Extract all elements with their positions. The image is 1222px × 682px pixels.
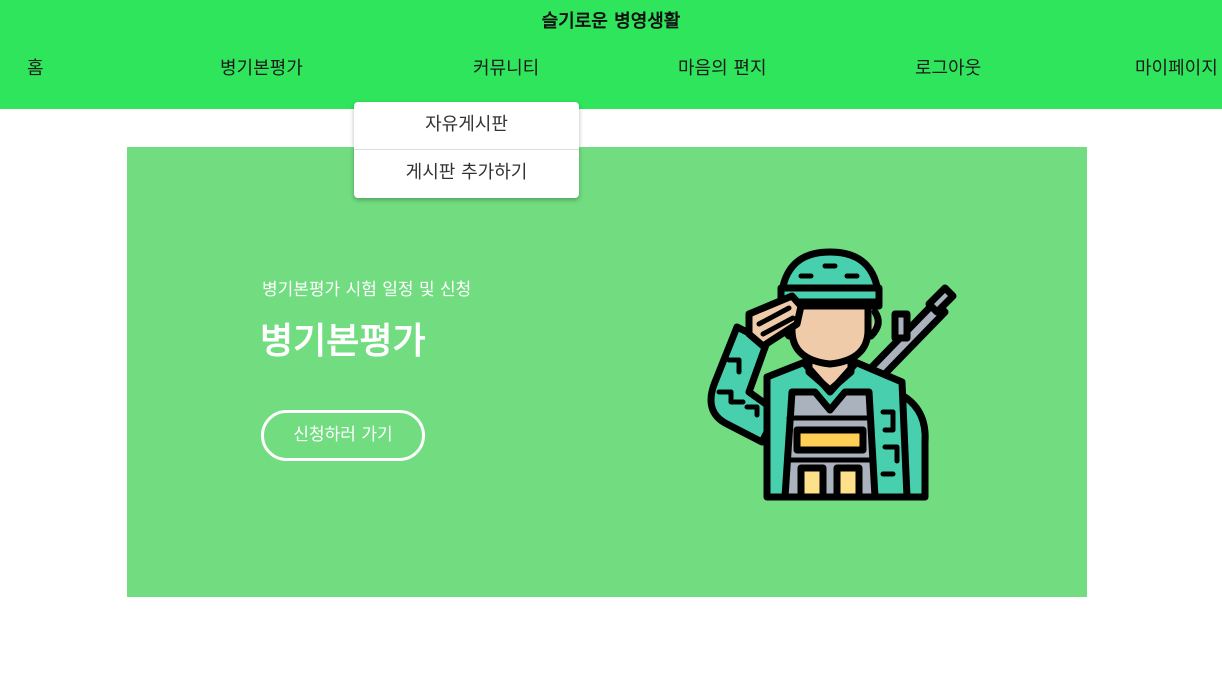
dropdown-item-add-board[interactable]: 게시판 추가하기 bbox=[354, 150, 579, 197]
nav-item-letter-of-mind[interactable]: 마음의 편지 bbox=[678, 52, 767, 86]
page: 슬기로운 병영생활 홈 병기본평가 커뮤니티 마음의 편지 로그아웃 마이페이지… bbox=[0, 0, 1222, 682]
banner-subtitle: 병기본평가 시험 일정 및 신청 bbox=[262, 280, 472, 300]
nav-item-logout[interactable]: 로그아웃 bbox=[915, 52, 981, 86]
site-title[interactable]: 슬기로운 병영생활 bbox=[0, 0, 1222, 44]
community-dropdown-menu: 자유게시판 게시판 추가하기 bbox=[354, 102, 579, 198]
nav-item-community[interactable]: 커뮤니티 bbox=[473, 52, 539, 86]
nav-item-mypage[interactable]: 마이페이지 bbox=[1135, 52, 1218, 86]
dropdown-item-free-board[interactable]: 자유게시판 bbox=[354, 102, 579, 150]
nav-item-home[interactable]: 홈 bbox=[27, 52, 44, 86]
hero-banner: 병기본평가 시험 일정 및 신청 병기본평가 신청하러 가기 bbox=[127, 147, 1087, 597]
top-header: 슬기로운 병영생활 홈 병기본평가 커뮤니티 마음의 편지 로그아웃 마이페이지 bbox=[0, 0, 1222, 109]
saluting-soldier-icon bbox=[707, 248, 957, 501]
nav-item-basic-evaluation[interactable]: 병기본평가 bbox=[220, 52, 303, 86]
banner-title: 병기본평가 bbox=[260, 321, 426, 362]
apply-button[interactable]: 신청하러 가기 bbox=[261, 410, 425, 461]
